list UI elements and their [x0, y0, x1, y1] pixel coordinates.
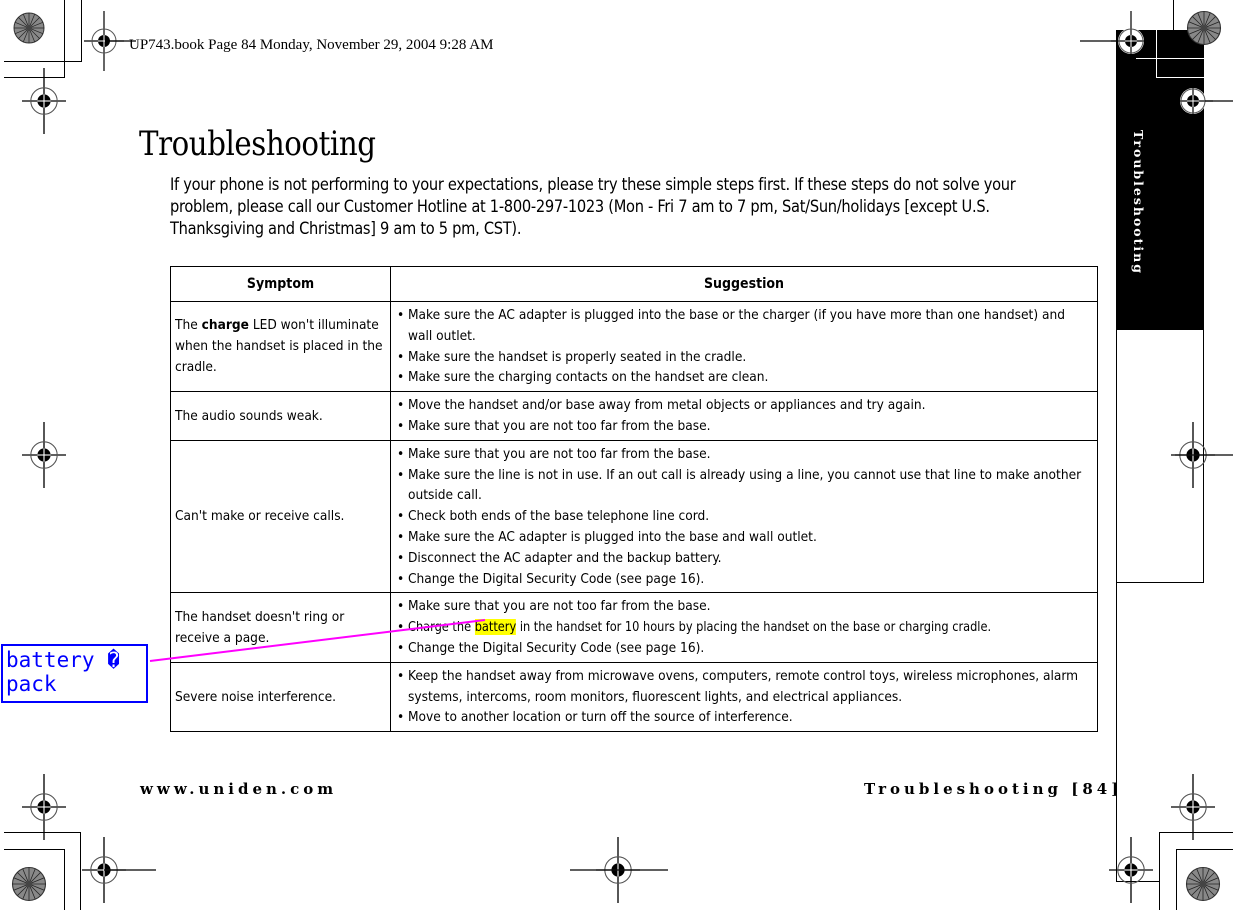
suggestion-cell: Keep the handset away from microwave ove…: [390, 661, 1098, 733]
table-row: The audio sounds weak. Move the handset …: [170, 391, 1098, 441]
suggestion-cell: Make sure that you are not too far from …: [390, 592, 1098, 663]
annotation-line-2: pack: [6, 672, 57, 696]
color-wheel-icon: [11, 866, 47, 902]
suggestion-item: Disconnect the AC adapter and the backup…: [395, 548, 1093, 569]
suggestion-item: Change the Digital Security Code (see pa…: [395, 569, 1093, 590]
suggestion-text: in the handset for 10 hours by placing t…: [516, 619, 992, 636]
suggestion-item: Make sure the line is not in use. If an …: [395, 465, 1093, 507]
suggestion-item: Make sure the handset is properly seated…: [395, 347, 1093, 368]
table-row: Can't make or receive calls. Make sure t…: [170, 439, 1098, 594]
battery-highlight[interactable]: battery: [474, 619, 517, 636]
crop-line: [1156, 0, 1157, 77]
registration-crosshair-icon: [21, 421, 67, 489]
troubleshooting-table: Symptom Suggestion The charge LED won't …: [170, 266, 1098, 733]
color-wheel-icon: [1185, 866, 1221, 902]
suggestion-item: Change the Digital Security Code (see pa…: [395, 638, 1093, 659]
suggestion-item: Make sure the AC adapter is plugged into…: [395, 305, 1093, 347]
suggestion-text: Charge the: [408, 619, 475, 636]
symptom-cell: Can't make or receive calls.: [170, 439, 391, 594]
annotation-line-1: battery �: [6, 648, 120, 672]
color-wheel-icon: [1186, 10, 1222, 46]
suggestion-item: Make sure the AC adapter is plugged into…: [395, 527, 1093, 548]
suggestion-cell: Make sure that you are not too far from …: [390, 439, 1098, 594]
suggestion-item: Make sure that you are not too far from …: [395, 416, 1093, 437]
suggestion-item: Check both ends of the base telephone li…: [395, 506, 1093, 527]
book-header: UP743.book Page 84 Monday, November 29, …: [129, 37, 494, 53]
symptom-cell: The handset doesn't ring or receive a pa…: [170, 592, 391, 663]
registration-crosshair-icon: [1108, 836, 1154, 904]
footer-page-label: Troubleshooting [84]: [864, 780, 1123, 798]
registration-crosshair-icon: [21, 773, 67, 841]
symptom-cell: The audio sounds weak.: [170, 391, 391, 441]
page-title: Troubleshooting: [139, 124, 376, 164]
suggestion-item: Move the handset and/or base away from m…: [395, 395, 1093, 416]
suggestion-item: Make sure that you are not too far from …: [395, 444, 1093, 465]
crop-line: [1136, 58, 1233, 59]
suggestion-cell: Make sure the AC adapter is plugged into…: [390, 300, 1098, 393]
table-row: The charge LED won't illuminate when the…: [170, 300, 1098, 393]
suggestion-item: Keep the handset away from microwave ove…: [395, 666, 1093, 708]
symptom-cell: Severe noise interference.: [170, 661, 391, 733]
side-tab-label: Troubleshooting: [1131, 130, 1146, 275]
intro-paragraph: If your phone is not performing to your …: [170, 175, 1016, 239]
charge-label: charge: [201, 317, 249, 334]
table-row: The handset doesn't ring or receive a pa…: [170, 592, 1098, 663]
symptom-header: Symptom: [170, 266, 391, 302]
table-header-row: Symptom Suggestion: [170, 266, 1098, 302]
suggestion-item: Make sure that you are not too far from …: [395, 596, 1093, 617]
suggestion-item: Move to another location or turn off the…: [395, 707, 1093, 728]
suggestion-cell: Move the handset and/or base away from m…: [390, 391, 1098, 441]
symptom-text: The: [175, 317, 202, 334]
table-row: Severe noise interference. Keep the hand…: [170, 661, 1098, 733]
crop-line: [1156, 77, 1233, 78]
footer-website: www.uniden.com: [140, 780, 338, 798]
registration-crosshair-icon: [1170, 773, 1216, 841]
color-wheel-icon: [13, 12, 45, 44]
suggestion-item: Make sure the charging contacts on the h…: [395, 367, 1093, 388]
annotation-box[interactable]: battery � pack: [1, 644, 148, 703]
suggestion-item: Charge the battery in the handset for 10…: [395, 617, 1093, 638]
symptom-cell: The charge LED won't illuminate when the…: [170, 300, 391, 393]
registration-crosshair-icon: [21, 67, 67, 135]
suggestion-header: Suggestion: [390, 266, 1098, 302]
